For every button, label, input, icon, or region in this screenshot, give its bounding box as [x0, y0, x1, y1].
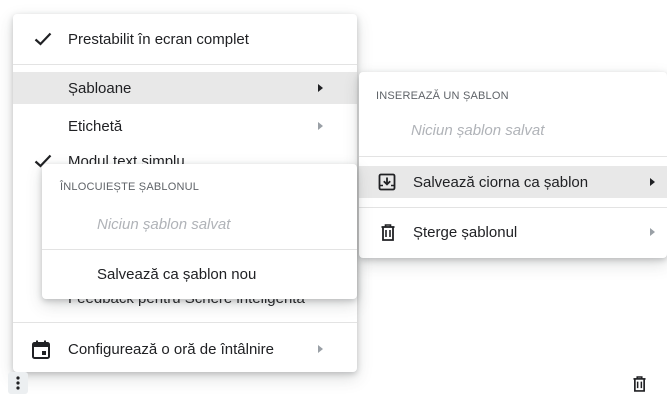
chevron-right-icon	[650, 178, 655, 186]
menu-item-label: Configurează o oră de întâlnire	[68, 340, 274, 358]
calendar-icon	[31, 339, 51, 359]
divider	[359, 207, 667, 208]
discard-draft-button[interactable]	[630, 374, 648, 394]
trash-icon	[632, 376, 646, 392]
divider	[13, 64, 357, 65]
section-heading: ÎNLOCUIEȘTE ȘABLONUL	[60, 181, 200, 193]
menu-item-schedule-meeting[interactable]: Configurează o oră de întâlnire	[13, 333, 357, 365]
menu-item-label: Salvează ciorna ca șablon	[413, 173, 589, 191]
menu-item-label: Etichetă	[68, 117, 123, 135]
more-vert-icon	[16, 376, 20, 390]
empty-state-text: Niciun șablon salvat	[97, 216, 231, 233]
divider	[42, 249, 357, 250]
section-heading: INSEREAZĂ UN ȘABLON	[376, 90, 509, 102]
menu-item-templates[interactable]: Șabloane	[13, 72, 357, 104]
menu-item-label: Salvează ca șablon nou	[97, 265, 257, 283]
chevron-right-icon	[650, 228, 655, 236]
menu-item-label: Șabloane	[68, 79, 132, 97]
trash-icon	[378, 222, 398, 242]
empty-state-text: Niciun șablon salvat	[411, 122, 545, 139]
save-draft-as-template-button[interactable]: Salvează ciorna ca șablon	[359, 166, 667, 198]
divider	[13, 322, 357, 323]
menu-item-fullscreen-default[interactable]: Prestabilit în ecran complet	[13, 23, 357, 55]
save-as-new-template-button[interactable]: Salvează ca șablon nou	[42, 258, 357, 290]
divider	[359, 156, 667, 157]
insert-template-submenu: INSEREAZĂ UN ȘABLON Niciun șablon salvat…	[359, 72, 667, 258]
chevron-right-icon	[318, 345, 323, 353]
replace-template-submenu: ÎNLOCUIEȘTE ȘABLONUL Niciun șablon salva…	[42, 164, 357, 299]
menu-item-label: Prestabilit în ecran complet	[68, 30, 249, 48]
chevron-right-icon	[318, 122, 323, 130]
delete-template-button[interactable]: Șterge șablonul	[359, 216, 667, 248]
chevron-right-icon	[318, 84, 323, 92]
menu-item-label: Șterge șablonul	[413, 223, 518, 241]
save-template-icon	[377, 172, 397, 192]
check-icon	[33, 29, 53, 49]
menu-item-label-tag[interactable]: Etichetă	[13, 110, 357, 142]
more-options-button[interactable]	[8, 372, 28, 394]
